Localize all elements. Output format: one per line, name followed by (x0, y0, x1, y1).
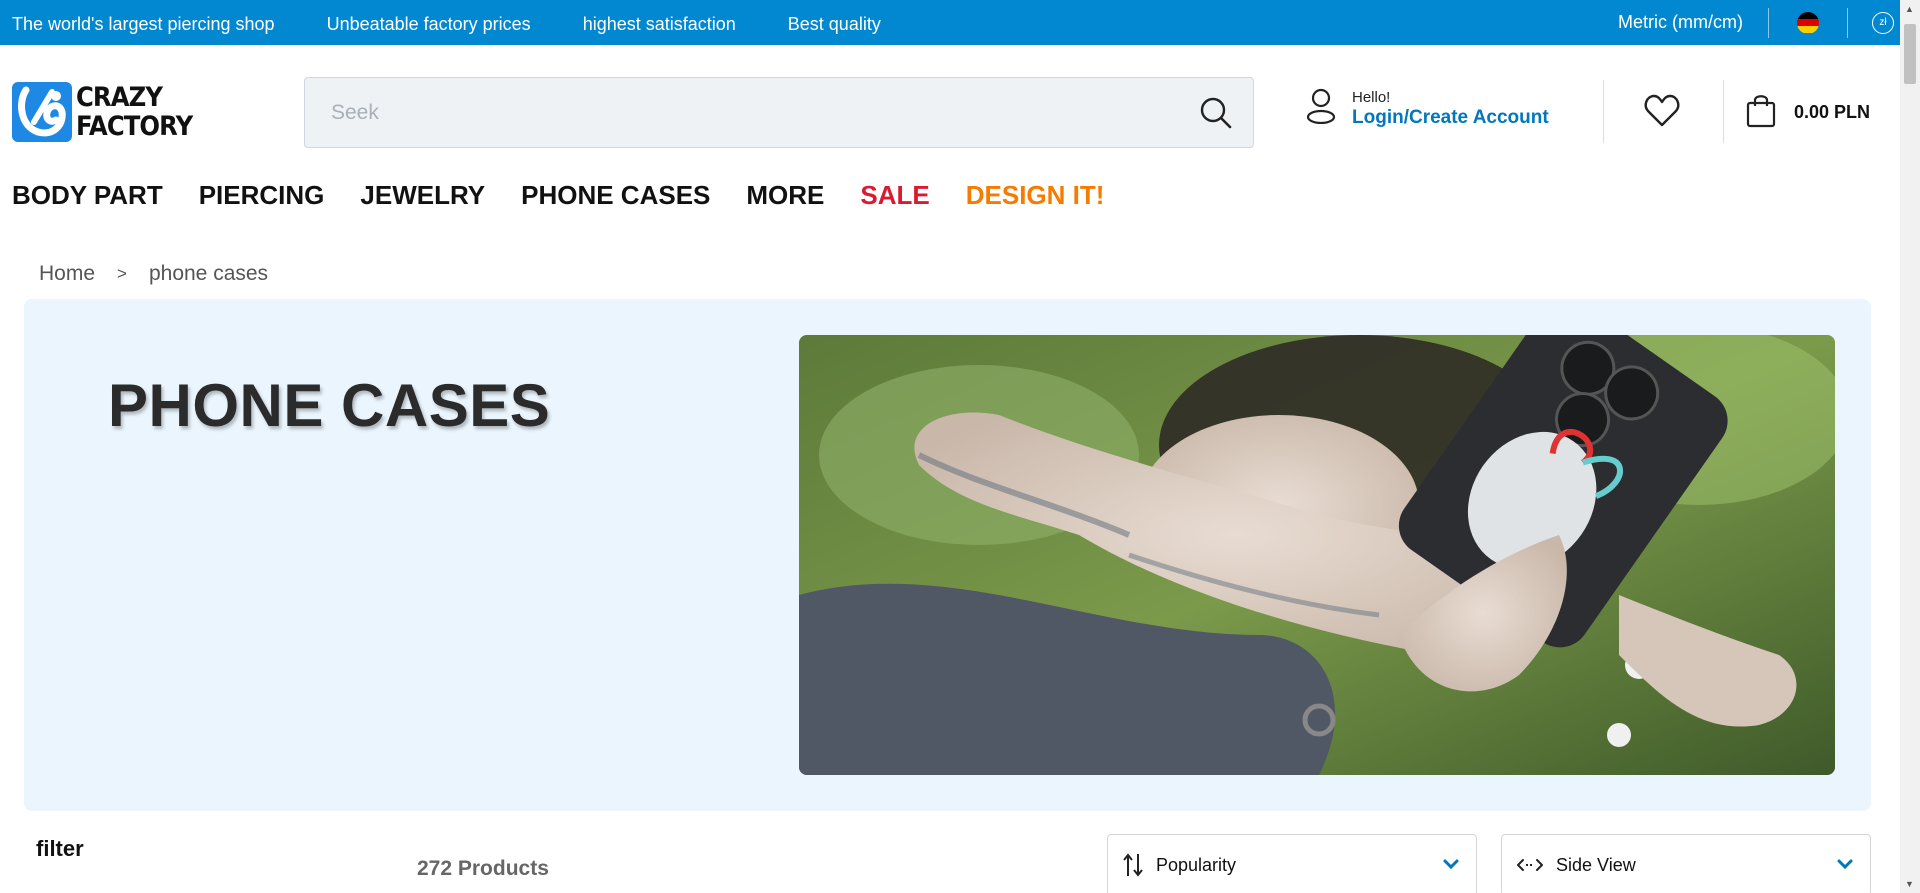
nav-item-jewelry[interactable]: JEWELRY (360, 180, 485, 211)
breadcrumb-current: phone cases (148, 262, 269, 285)
hero-image (799, 335, 1835, 775)
sort-label: Popularity (1156, 854, 1237, 875)
crazy-factory-logo[interactable]: CRAZY FACTORY (12, 82, 205, 142)
nav-item-design-it[interactable]: DESIGN IT! (966, 180, 1105, 211)
user-icon (1306, 88, 1336, 129)
view-arrows-icon (1516, 855, 1544, 875)
page-title: PHONE CASES (108, 372, 551, 439)
promo-text: highest satisfaction (582, 14, 736, 34)
cart-total: 0.00 PLN (1794, 102, 1871, 122)
promo-text: Unbeatable factory prices (326, 14, 531, 34)
scroll-down-icon[interactable]: ▼ (1905, 879, 1914, 889)
logo-wordmark: CRAZY FACTORY (76, 82, 193, 142)
search-icon[interactable] (1199, 96, 1233, 135)
unit-selector[interactable]: Metric (mm/cm) (1618, 12, 1743, 33)
logo-mark-icon (12, 82, 72, 142)
breadcrumb-home[interactable]: Home (39, 262, 95, 286)
search-input[interactable] (305, 100, 1175, 125)
greeting-text: Hello! (1352, 88, 1391, 106)
view-select[interactable]: Side View (1501, 834, 1871, 893)
main-navigation: BODY PART PIERCING JEWELRY PHONE CASES M… (12, 180, 1140, 211)
scroll-up-icon[interactable]: ▲ (1905, 4, 1914, 14)
nav-item-body-part[interactable]: BODY PART (12, 180, 163, 211)
shopping-bag-icon (1746, 92, 1776, 133)
search-bar (304, 77, 1254, 148)
divider (1723, 80, 1724, 143)
view-label: Side View (1556, 854, 1636, 875)
nav-item-sale[interactable]: SALE (860, 180, 929, 211)
breadcrumb: Home > phone cases (39, 262, 268, 286)
promo-text: The world's largest piercing shop (12, 14, 275, 34)
category-hero: PHONE CASES (24, 299, 1871, 811)
nav-item-piercing[interactable]: PIERCING (199, 180, 325, 211)
german-flag-icon[interactable] (1797, 11, 1819, 34)
breadcrumb-separator: > (117, 264, 127, 283)
nav-item-phone-cases[interactable]: PHONE CASES (521, 180, 710, 211)
product-count: 272 Products (417, 857, 549, 880)
page-scrollbar[interactable]: ▲ ▼ (1900, 0, 1920, 893)
cart-button[interactable]: 0.00 PLN (1746, 92, 1870, 133)
chevron-down-icon (1836, 857, 1854, 876)
login-link[interactable]: Login/Create Account (1352, 107, 1549, 129)
divider (1847, 7, 1848, 38)
account-link[interactable]: Hello! Login/Create Account (1306, 88, 1549, 129)
sort-select[interactable]: Popularity (1107, 834, 1477, 893)
filter-heading[interactable]: filter (36, 836, 84, 862)
sort-arrows-icon (1122, 852, 1144, 878)
currency-selector[interactable]: zł (1872, 11, 1894, 34)
scrollbar-thumb[interactable] (1904, 24, 1916, 84)
divider (1768, 7, 1769, 38)
top-promo-bar: The world's largest piercing shop Unbeat… (0, 0, 1900, 45)
promo-text: Best quality (787, 14, 881, 34)
chevron-down-icon (1442, 857, 1460, 876)
nav-item-more[interactable]: MORE (746, 180, 824, 211)
divider (1603, 80, 1604, 143)
wishlist-heart-icon[interactable] (1644, 94, 1680, 133)
